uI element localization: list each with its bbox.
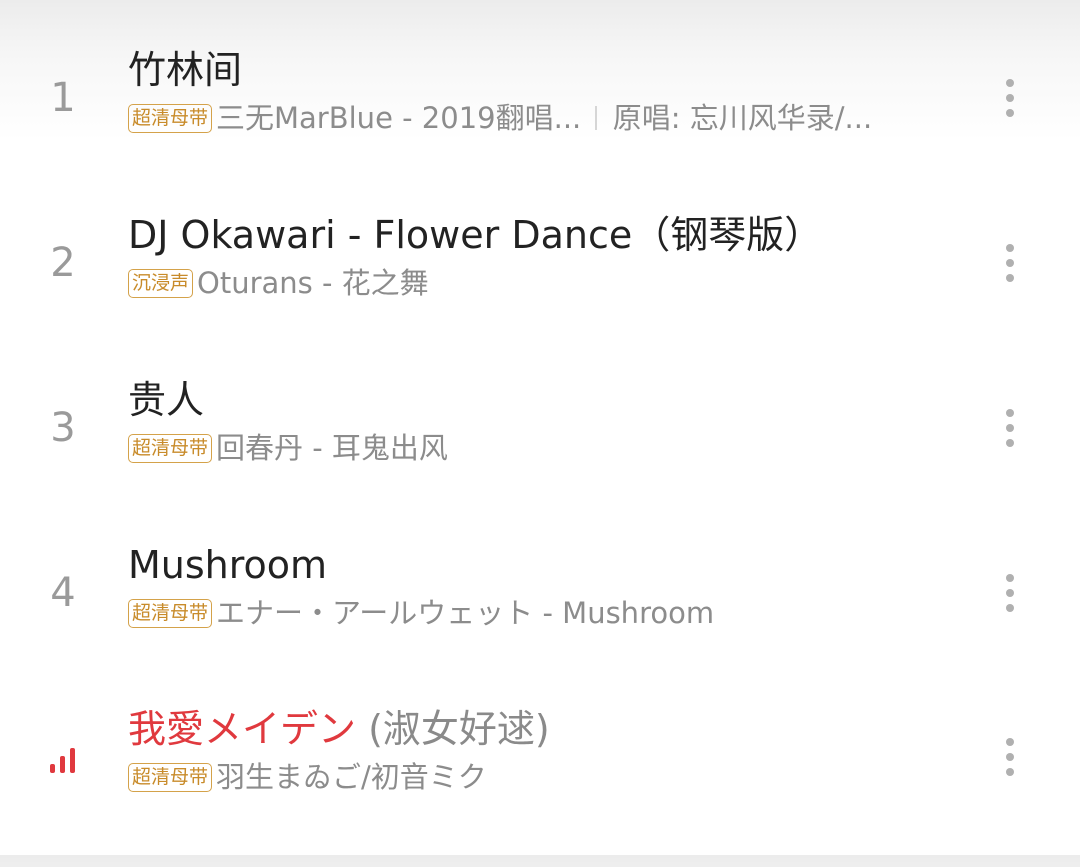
divider xyxy=(595,106,597,130)
more-vertical-icon-dot xyxy=(1006,94,1014,102)
more-vertical-icon-dot xyxy=(1006,439,1014,447)
song-title: 竹林间 xyxy=(128,44,242,96)
more-vertical-icon xyxy=(1006,574,1014,582)
more-vertical-icon-dot xyxy=(1006,768,1014,776)
more-options-button[interactable] xyxy=(990,565,1030,621)
more-vertical-icon-dot xyxy=(1006,604,1014,612)
more-options-button[interactable] xyxy=(990,235,1030,291)
artist-album-text: 羽生まゐご/初音ミク xyxy=(216,760,487,794)
song-subline: 超清母带 エナー・アールウェット - Mushroom xyxy=(128,593,714,633)
artist-album-text: Oturans - 花之舞 xyxy=(197,266,429,300)
song-title: 我愛メイデン (淑女好逑) xyxy=(128,703,550,755)
artist-album-text: 回春丹 - 耳鬼出风 xyxy=(216,431,448,465)
track-number: 3 xyxy=(50,405,76,451)
more-vertical-icon xyxy=(1006,409,1014,417)
more-vertical-icon-dot xyxy=(1006,274,1014,282)
more-vertical-icon xyxy=(1006,244,1014,252)
more-vertical-icon-dot xyxy=(1006,589,1014,597)
more-vertical-icon-dot xyxy=(1006,424,1014,432)
track-number: 4 xyxy=(50,570,76,616)
song-title-text: 竹林间 xyxy=(128,48,243,92)
song-title-text: DJ Okawari - Flower Dance（钢琴版） xyxy=(128,213,823,257)
song-title: Mushroom xyxy=(128,539,327,591)
artist-album-text: エナー・アールウェット - Mushroom xyxy=(216,596,715,630)
song-row[interactable]: 2 DJ Okawari - Flower Dance（钢琴版） 沉浸声 Otu… xyxy=(0,209,1080,373)
quality-badge: 超清母带 xyxy=(128,433,213,463)
song-title-subtitle: (淑女好逑) xyxy=(356,707,550,751)
more-vertical-icon-dot xyxy=(1006,753,1014,761)
quality-badge: 超清母带 xyxy=(128,598,213,628)
song-subline: 超清母带 回春丹 - 耳鬼出风 xyxy=(128,428,448,468)
now-playing-bar xyxy=(70,748,75,773)
more-options-button[interactable] xyxy=(990,70,1030,126)
artist-album-text: 三无MarBlue - 2019翻唱... xyxy=(216,101,582,135)
song-subline: 超清母带 三无MarBlue - 2019翻唱... 原唱: 忘川风华录/... xyxy=(128,98,872,138)
track-number: 1 xyxy=(50,75,76,121)
more-vertical-icon xyxy=(1006,738,1014,746)
song-title: 贵人 xyxy=(128,374,204,426)
track-number: 2 xyxy=(50,240,76,286)
now-playing-bar xyxy=(60,756,65,773)
song-row-now-playing[interactable]: 我愛メイデン (淑女好逑) 超清母带 羽生まゐご/初音ミク xyxy=(0,703,1080,867)
now-playing-bar xyxy=(50,764,55,773)
more-options-button[interactable] xyxy=(990,400,1030,456)
more-vertical-icon xyxy=(1006,79,1014,87)
song-subline: 沉浸声 Oturans - 花之舞 xyxy=(128,263,429,303)
more-vertical-icon-dot xyxy=(1006,109,1014,117)
song-row[interactable]: 3 贵人 超清母带 回春丹 - 耳鬼出风 xyxy=(0,374,1080,538)
now-playing-bars-icon xyxy=(48,741,80,773)
quality-badge: 超清母带 xyxy=(128,103,213,133)
quality-badge: 超清母带 xyxy=(128,762,213,792)
song-subline: 超清母带 羽生まゐご/初音ミク xyxy=(128,757,487,797)
song-title-text: Mushroom xyxy=(128,543,328,587)
song-row[interactable]: 1 竹林间 超清母带 三无MarBlue - 2019翻唱... 原唱: 忘川风… xyxy=(0,44,1080,208)
more-options-button[interactable] xyxy=(990,729,1030,785)
more-vertical-icon-dot xyxy=(1006,259,1014,267)
quality-badge: 沉浸声 xyxy=(128,268,194,298)
song-row[interactable]: 4 Mushroom 超清母带 エナー・アールウェット - Mushroom xyxy=(0,539,1080,703)
original-singer-text: 原唱: 忘川风华录/... xyxy=(612,101,873,135)
song-title-text: 我愛メイデン xyxy=(128,707,357,751)
song-title-text: 贵人 xyxy=(128,378,205,422)
song-title: DJ Okawari - Flower Dance（钢琴版） xyxy=(128,209,822,261)
